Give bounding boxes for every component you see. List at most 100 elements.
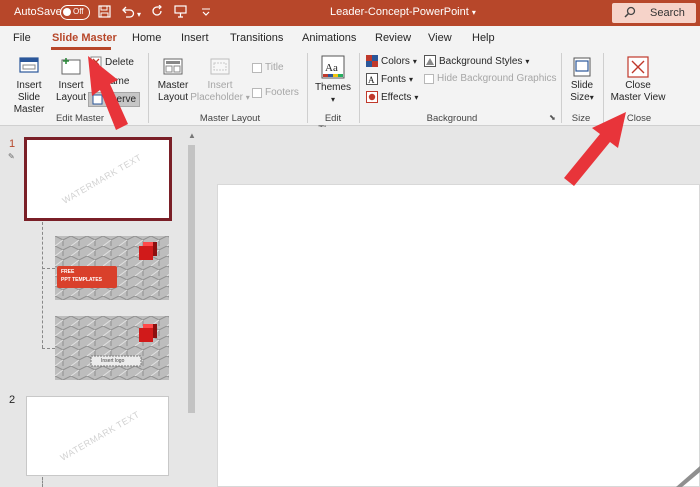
slide-master-thumbnail[interactable]: WATERMARK TEXT <box>24 137 172 221</box>
customize-toolbar-icon[interactable] <box>201 5 211 21</box>
cubes-background <box>55 316 169 380</box>
layout-connector <box>42 348 55 349</box>
search-label: Search <box>650 7 685 19</box>
svg-text:A: A <box>368 75 375 85</box>
slide-size-label-1: Slide <box>570 80 594 91</box>
background-styles-dropdown-icon: ▾ <box>525 56 530 66</box>
tab-file[interactable]: File <box>13 32 31 44</box>
tab-slide-master[interactable]: Slide Master <box>52 32 117 44</box>
master-layout-button[interactable]: Master Layout <box>154 56 192 104</box>
fonts-dropdown-icon: ▾ <box>409 74 414 84</box>
fonts-button[interactable]: A Fonts ▾ <box>366 73 413 85</box>
thumbnail-scrollbar[interactable]: ▲ <box>186 127 196 487</box>
annotation-arrow-icon <box>88 56 128 130</box>
insert-slide-master-button[interactable]: Insert Slide Master <box>4 56 54 116</box>
colors-button[interactable]: Colors ▾ <box>366 55 417 67</box>
redo-icon[interactable] <box>151 4 164 21</box>
tab-insert[interactable]: Insert <box>181 32 209 44</box>
autosave-toggle[interactable]: Off <box>60 5 90 20</box>
watermark-text: WATERMARK TEXT <box>58 409 142 463</box>
themes-dropdown-icon: ▾ <box>330 95 335 104</box>
layout1-text-1: FREE <box>61 269 75 275</box>
toggle-state: Off <box>73 7 84 16</box>
insert-slide-master-label-1: Insert Slide <box>16 80 42 103</box>
search-box[interactable]: Search <box>612 3 696 23</box>
title-dropdown-icon[interactable]: ▾ <box>472 8 476 17</box>
close-master-view-icon <box>627 56 649 78</box>
title-checkbox[interactable]: Title <box>252 62 284 73</box>
insert-placeholder-label-1: Insert <box>207 80 233 91</box>
tab-transitions[interactable]: Transitions <box>230 32 283 44</box>
colors-icon <box>366 55 378 67</box>
fonts-label: Fonts <box>381 73 407 85</box>
slide-size-dropdown-icon: ▾ <box>589 93 594 102</box>
pin-icon: ✎ <box>8 152 15 161</box>
insert-placeholder-label-2: Placeholder <box>190 92 243 103</box>
autosave-label: AutoSave <box>14 6 62 18</box>
colors-label: Colors <box>381 55 410 67</box>
insert-placeholder-button[interactable]: Insert Placeholder ▾ <box>190 56 250 104</box>
themes-button[interactable]: Aa Themes ▾ <box>314 54 352 106</box>
footers-checkbox[interactable]: Footers <box>252 87 299 98</box>
master-layout-label-2: Layout <box>157 92 189 103</box>
close-master-view-label-2: Master View <box>610 92 666 103</box>
search-icon <box>624 6 636 21</box>
background-group-label: Background <box>426 113 478 124</box>
effects-label: Effects <box>381 91 412 103</box>
colors-dropdown-icon: ▾ <box>412 56 417 66</box>
layout1-text-2: PPT TEMPLATES <box>61 277 103 283</box>
background-styles-button[interactable]: Background Styles ▾ <box>424 55 529 67</box>
present-icon[interactable] <box>174 5 187 21</box>
background-styles-label: Background Styles <box>439 55 523 67</box>
tab-animations[interactable]: Animations <box>302 32 356 44</box>
main-slide[interactable] <box>217 184 700 487</box>
undo-icon[interactable] <box>121 5 135 21</box>
toggle-knob <box>63 8 71 16</box>
themes-icon: Aa <box>320 54 346 80</box>
tab-help[interactable]: Help <box>472 32 495 44</box>
layout-thumbnail-1[interactable]: FREE PPT TEMPLATES <box>55 236 169 300</box>
scroll-up-icon[interactable]: ▲ <box>188 131 196 140</box>
group-divider <box>359 53 360 123</box>
slide-size-icon <box>571 56 593 78</box>
title-checkbox-box <box>252 62 262 73</box>
hide-background-graphics-checkbox[interactable]: Hide Background Graphics <box>424 73 557 84</box>
undo-dropdown-icon[interactable]: ▾ <box>137 8 141 22</box>
background-styles-icon <box>424 55 436 67</box>
hide-background-graphics-box <box>424 73 434 84</box>
master-layout-icon <box>162 56 184 78</box>
tab-review[interactable]: Review <box>375 32 411 44</box>
master-layout-group-label: Master Layout <box>199 113 261 124</box>
watermark-text: WATERMARK TEXT <box>60 152 144 206</box>
hide-background-graphics-label: Hide Background Graphics <box>437 73 557 84</box>
insert-placeholder-dropdown-icon: ▾ <box>245 93 250 102</box>
effects-dropdown-icon: ▾ <box>414 92 419 102</box>
scrollbar-thumb[interactable] <box>188 145 195 413</box>
save-icon[interactable] <box>98 5 111 21</box>
insert-placeholder-icon <box>209 56 231 78</box>
svg-text:Aa: Aa <box>325 62 338 74</box>
cubes-background <box>55 236 169 300</box>
group-divider <box>307 53 308 123</box>
tab-home[interactable]: Home <box>132 32 161 44</box>
resize-handle-icon <box>676 466 700 487</box>
layout2-text: Insert logo <box>101 358 125 364</box>
title-bar: AutoSave Off ▾ Leader-Concept-PowerPoint… <box>0 0 700 26</box>
fonts-icon: A <box>366 73 378 85</box>
slide-number-2: 2 <box>9 394 16 406</box>
layout-thumbnail-2[interactable]: Insert logo <box>55 316 169 380</box>
effects-button[interactable]: Effects ▾ <box>366 91 418 103</box>
effects-icon <box>366 91 378 103</box>
master-layout-label-1: Master <box>157 80 189 91</box>
close-master-view-button[interactable]: Close Master View <box>608 56 668 104</box>
title-checkbox-label: Title <box>265 62 284 73</box>
footers-checkbox-label: Footers <box>265 87 299 98</box>
slide-thumbnail-2[interactable]: WATERMARK TEXT <box>26 396 169 476</box>
background-dialog-launcher-icon[interactable]: ⬊ <box>549 113 556 122</box>
tab-view[interactable]: View <box>428 32 452 44</box>
close-master-view-label-1: Close <box>625 80 651 91</box>
themes-label: Themes <box>314 82 352 93</box>
document-title: Leader-Concept-PowerPoint ▾ <box>330 6 476 18</box>
footers-checkbox-box <box>252 87 262 98</box>
slide-size-button[interactable]: Slide Size▾ <box>565 56 599 104</box>
